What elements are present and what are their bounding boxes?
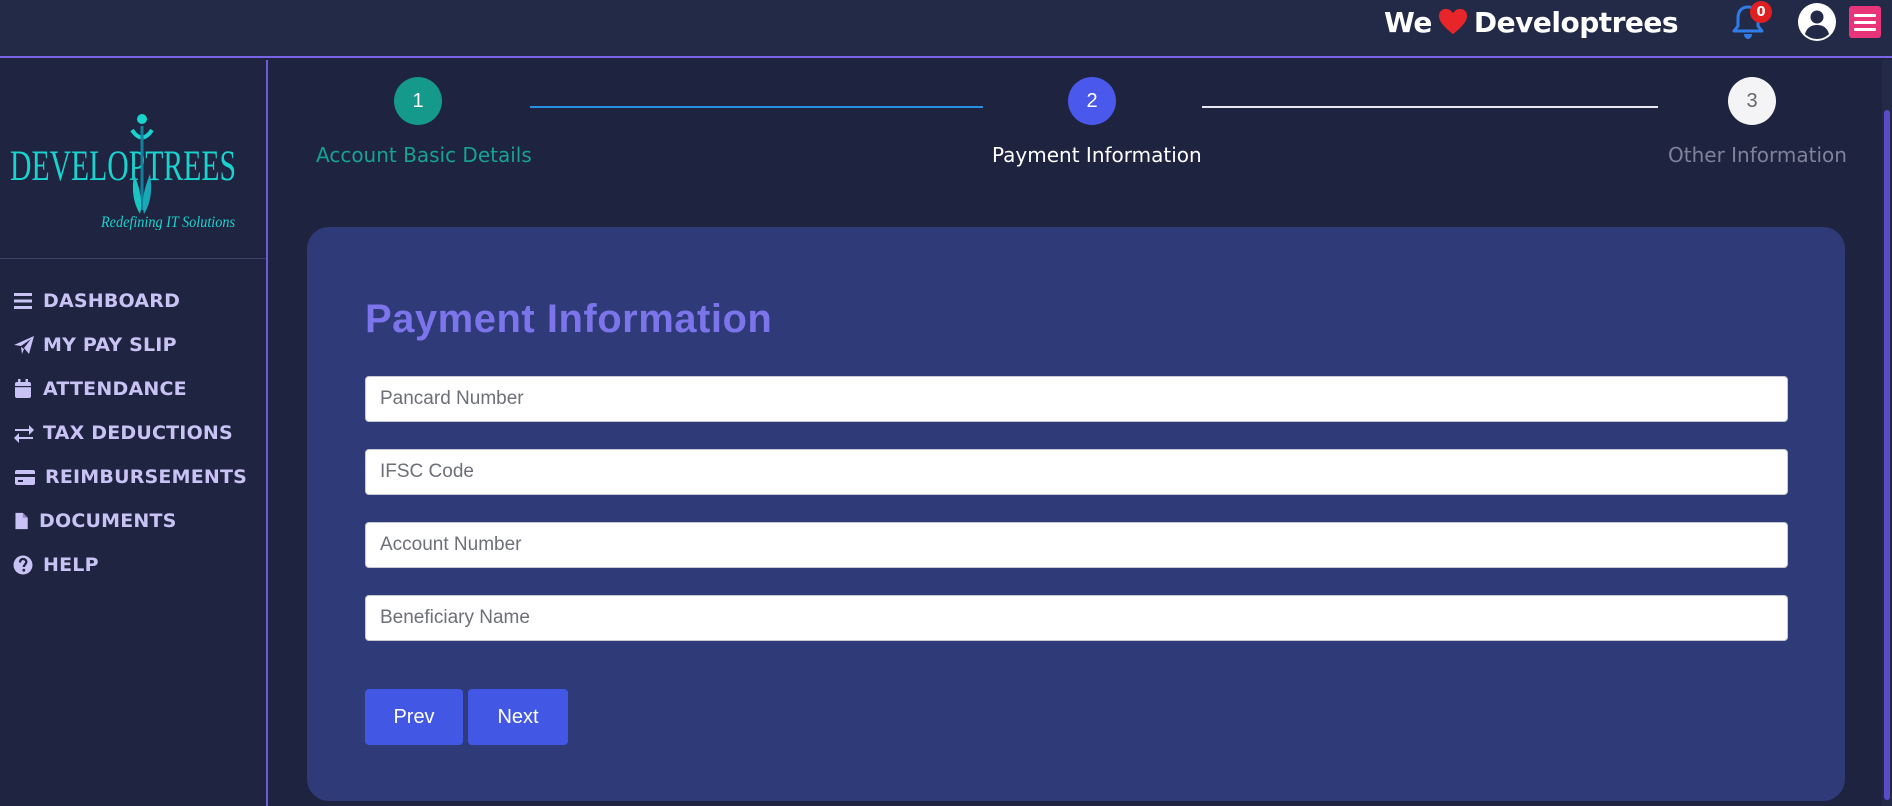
tagline-brand: Developtrees xyxy=(1473,5,1679,39)
logo-wordmark: DEVELOPTREES xyxy=(10,143,236,190)
sidebar-item-label: DOCUMENTS xyxy=(39,510,177,532)
step-3-label: Other Information xyxy=(1668,143,1847,167)
sidebar-item-reimbursements[interactable]: REIMBURSEMENTS xyxy=(0,455,266,499)
beneficiary-name-input[interactable] xyxy=(365,595,1788,641)
step-1-label: Account Basic Details xyxy=(316,143,532,167)
paper-plane-icon xyxy=(14,336,34,354)
top-header: We Developtrees 0 xyxy=(0,0,1892,58)
notification-badge: 0 xyxy=(1750,1,1772,23)
sidebar-item-label: DASHBOARD xyxy=(43,290,181,312)
sidebar-item-attendance[interactable]: ATTENDANCE xyxy=(0,367,266,411)
menu-toggle-button[interactable] xyxy=(1849,6,1881,38)
sidebar-nav: DASHBOARD MY PAY SLIP ATTENDANCE TAX DED… xyxy=(0,279,266,587)
tagline-prefix: We xyxy=(1384,5,1432,39)
sidebar-item-documents[interactable]: DOCUMENTS xyxy=(0,499,266,543)
payment-form-card: Payment Information Prev Next xyxy=(307,227,1845,801)
hamburger-icon-bar xyxy=(1854,27,1876,31)
user-avatar-icon[interactable] xyxy=(1797,2,1837,42)
ifsc-code-input[interactable] xyxy=(365,449,1788,495)
sidebar-item-dashboard[interactable]: DASHBOARD xyxy=(0,279,266,323)
sidebar-item-help[interactable]: HELP xyxy=(0,543,266,587)
page-scrollbar[interactable] xyxy=(1882,60,1892,806)
account-number-input[interactable] xyxy=(365,522,1788,568)
file-icon xyxy=(15,512,28,530)
logo-area: DEVELOPTREES Redefining IT Solutions xyxy=(0,60,266,259)
sidebar-item-label: HELP xyxy=(43,554,99,576)
sidebar-item-label: TAX DEDUCTIONS xyxy=(43,422,233,444)
question-circle-icon xyxy=(13,555,33,575)
developtrees-logo[interactable]: DEVELOPTREES Redefining IT Solutions xyxy=(8,110,238,230)
calendar-icon xyxy=(15,379,31,398)
step-connector-1 xyxy=(530,106,983,108)
sidebar-item-tax-deductions[interactable]: TAX DEDUCTIONS xyxy=(0,411,266,455)
sidebar-item-label: ATTENDANCE xyxy=(43,378,187,400)
pancard-number-input[interactable] xyxy=(365,376,1788,422)
bars-icon xyxy=(14,293,32,309)
heart-icon xyxy=(1438,8,1467,35)
next-button[interactable]: Next xyxy=(468,689,568,745)
credit-card-icon xyxy=(15,470,35,485)
step-3-indicator[interactable]: 3 xyxy=(1728,77,1776,125)
sidebar-item-my-pay-slip[interactable]: MY PAY SLIP xyxy=(0,323,266,367)
sidebar: DEVELOPTREES Redefining IT Solutions DAS… xyxy=(0,60,268,806)
brand-tagline: We Developtrees xyxy=(1384,2,1679,42)
scrollbar-thumb[interactable] xyxy=(1884,110,1890,800)
step-1-indicator[interactable]: 1 xyxy=(394,77,442,125)
prev-button[interactable]: Prev xyxy=(365,689,463,745)
exchange-icon xyxy=(14,425,34,443)
app-root: We Developtrees 0 DEVELOPTREES Redefinin… xyxy=(0,0,1892,806)
sidebar-item-label: MY PAY SLIP xyxy=(43,334,177,356)
step-2-label: Payment Information xyxy=(992,143,1202,167)
step-2-indicator[interactable]: 2 xyxy=(1068,77,1116,125)
hamburger-icon-bar xyxy=(1854,13,1876,17)
form-title: Payment Information xyxy=(365,297,773,341)
hamburger-icon-bar xyxy=(1854,20,1876,24)
logo-subtitle: Redefining IT Solutions xyxy=(100,214,235,230)
notifications-button[interactable]: 0 xyxy=(1730,1,1772,41)
step-connector-2 xyxy=(1202,106,1658,108)
sidebar-item-label: REIMBURSEMENTS xyxy=(45,466,248,488)
